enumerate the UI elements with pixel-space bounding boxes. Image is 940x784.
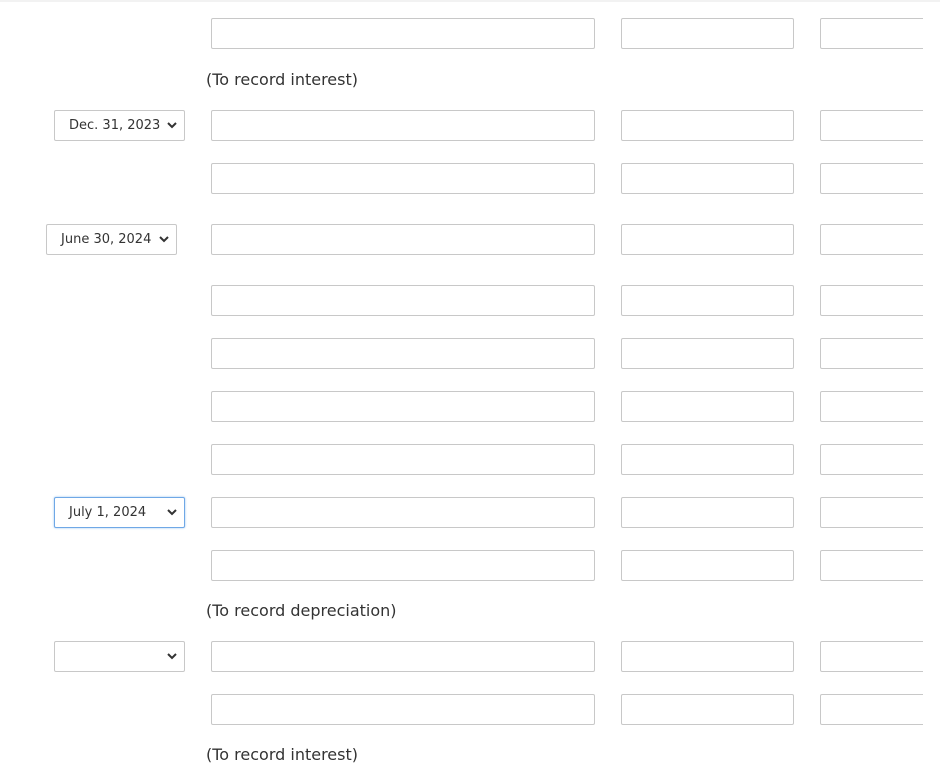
credit-input[interactable] <box>820 391 923 422</box>
debit-input[interactable] <box>621 163 794 194</box>
credit-input[interactable] <box>820 641 923 672</box>
credit-input[interactable] <box>820 163 923 194</box>
chevron-down-icon <box>167 653 177 660</box>
credit-input[interactable] <box>820 694 923 725</box>
chevron-down-icon <box>159 236 169 243</box>
debit-input[interactable] <box>621 497 794 528</box>
debit-input[interactable] <box>621 550 794 581</box>
credit-input[interactable] <box>820 444 923 475</box>
debit-input[interactable] <box>621 110 794 141</box>
account-input[interactable] <box>211 338 595 369</box>
credit-input[interactable] <box>820 497 923 528</box>
account-input[interactable] <box>211 550 595 581</box>
account-input[interactable] <box>211 163 595 194</box>
account-input[interactable] <box>211 444 595 475</box>
credit-input[interactable] <box>820 285 923 316</box>
credit-input[interactable] <box>820 224 923 255</box>
debit-input[interactable] <box>621 285 794 316</box>
credit-input[interactable] <box>820 550 923 581</box>
debit-input[interactable] <box>621 444 794 475</box>
chevron-down-icon <box>167 509 177 516</box>
date-select-value: June 30, 2024 <box>61 232 152 247</box>
account-input[interactable] <box>211 694 595 725</box>
account-input[interactable] <box>211 224 595 255</box>
account-input[interactable] <box>211 18 595 49</box>
date-select-value: Dec. 31, 2023 <box>69 118 161 133</box>
entry-note: (To record depreciation) <box>206 601 397 620</box>
credit-input[interactable] <box>820 18 923 49</box>
debit-input[interactable] <box>621 391 794 422</box>
credit-input[interactable] <box>820 110 923 141</box>
account-input[interactable] <box>211 497 595 528</box>
date-select[interactable]: Dec. 31, 2023 <box>54 110 185 141</box>
account-input[interactable] <box>211 641 595 672</box>
entry-note: (To record interest) <box>206 745 358 764</box>
chevron-down-icon <box>167 122 177 129</box>
debit-input[interactable] <box>621 338 794 369</box>
account-input[interactable] <box>211 285 595 316</box>
credit-input[interactable] <box>820 338 923 369</box>
debit-input[interactable] <box>621 694 794 725</box>
debit-input[interactable] <box>621 18 794 49</box>
date-select[interactable]: June 30, 2024 <box>46 224 177 255</box>
date-select-value: July 1, 2024 <box>69 505 147 520</box>
journal-entry-form: (To record interest) Dec. 31, 2023 June … <box>0 0 923 784</box>
account-input[interactable] <box>211 391 595 422</box>
account-input[interactable] <box>211 110 595 141</box>
debit-input[interactable] <box>621 641 794 672</box>
entry-note: (To record interest) <box>206 70 358 89</box>
date-select[interactable]: July 1, 2024 <box>54 497 185 528</box>
date-select[interactable] <box>54 641 185 672</box>
debit-input[interactable] <box>621 224 794 255</box>
